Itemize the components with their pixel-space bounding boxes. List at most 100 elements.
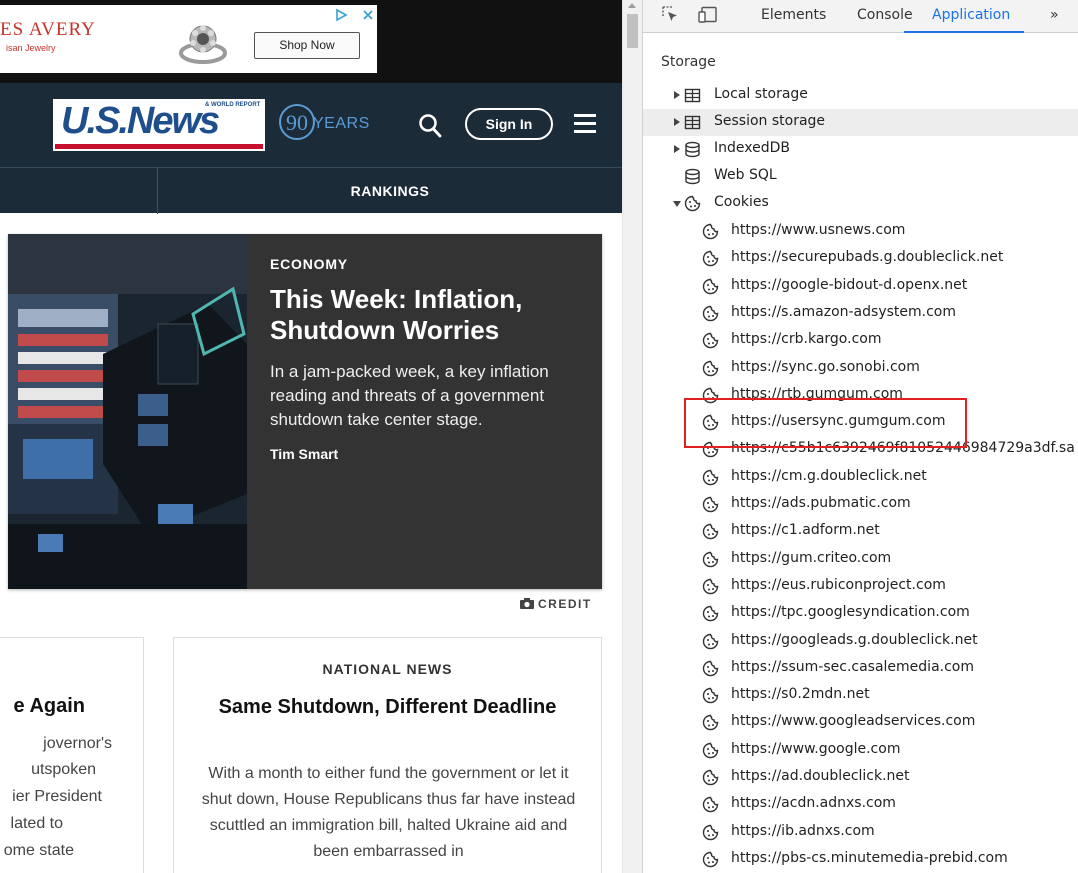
cookie-icon — [702, 251, 719, 267]
tab-elements[interactable]: Elements — [761, 0, 826, 33]
cookie-origin-label: https://gum.criteo.com — [731, 549, 892, 566]
cookie-icon — [702, 524, 719, 540]
cookie-origin-item[interactable]: https://rtb.gumgum.com — [643, 382, 1078, 409]
cookie-origin-item[interactable]: https://pbs-cs.minutemedia-prebid.com — [643, 846, 1078, 873]
cookie-origin-label: https://s0.2mdn.net — [731, 686, 870, 703]
cookie-origin-label: https://ad.doubleclick.net — [731, 768, 910, 784]
camera-icon — [520, 598, 534, 609]
cookie-icon — [702, 305, 719, 322]
scroll-thumb[interactable] — [627, 14, 638, 48]
cookie-icon — [702, 660, 719, 676]
cookie-origin-item[interactable]: https://sync.go.sonobi.com — [643, 355, 1078, 382]
tree-item-indexeddb[interactable]: IndexedDB — [643, 136, 1078, 163]
cookie-origin-label: https://googleads.g.doubleclick.net — [731, 631, 978, 648]
cookie-icon — [702, 360, 719, 376]
hero-article[interactable]: ECONOMY This Week: Inflation, Shutdown W… — [8, 234, 602, 589]
inspect-element-icon[interactable] — [662, 6, 679, 23]
cookie-origin-item[interactable]: https://eus.rubiconproject.com — [643, 573, 1078, 600]
cookie-origin-item[interactable]: https://c1.adform.net — [643, 518, 1078, 545]
cookie-origin-label: https://c55b1c6392469f81052446984729a3df… — [731, 440, 1075, 457]
cookie-origin-item[interactable]: https://ssum-sec.casalemedia.com — [643, 655, 1078, 682]
cookie-origin-item[interactable]: https://ib.adnxs.com — [643, 819, 1078, 846]
tree-item-label: Session storage — [714, 113, 826, 129]
cookie-origin-item[interactable]: https://securepubads.g.doubleclick.net — [643, 245, 1078, 272]
cookie-icon — [702, 442, 719, 458]
webpage-viewport: ES AVERY isan Jewelry Shop Now U.S.News … — [0, 0, 622, 873]
cookie-icon — [702, 742, 719, 758]
search-icon[interactable] — [418, 113, 442, 139]
cookie-origin-item[interactable]: https://www.google.com — [643, 737, 1078, 764]
ad-brand: ES AVERY — [0, 19, 96, 40]
card-summary: With a month to either fund the governme… — [201, 765, 576, 860]
hero-title[interactable]: This Week: Inflation, Shutdown Worries — [270, 284, 590, 346]
expand-arrow-icon[interactable] — [674, 118, 680, 126]
tree-item-cookies[interactable]: Cookies — [643, 190, 1078, 217]
anniversary-ninety-icon: 90 — [279, 104, 315, 140]
ad-choices-icon[interactable] — [334, 8, 348, 22]
cookie-origin-item[interactable]: https://crb.kargo.com — [643, 327, 1078, 354]
more-tabs-button[interactable]: » — [1050, 0, 1059, 33]
database-icon — [685, 141, 700, 158]
cookie-icon — [702, 824, 719, 840]
cookie-origin-label: https://google-bidout-d.openx.net — [731, 276, 968, 293]
cookie-origin-item[interactable]: https://ads.pubmatic.com — [643, 491, 1078, 518]
hero-author[interactable]: Tim Smart — [270, 446, 590, 462]
tree-item-web-sql[interactable]: Web SQL — [643, 163, 1078, 190]
card-title[interactable]: e Again — [14, 695, 86, 718]
tree-item-local-storage[interactable]: Local storage — [643, 82, 1078, 109]
cookie-icon — [702, 769, 719, 786]
logo-subtitle: & WORLD REPORT — [205, 102, 261, 108]
hero-photo[interactable] — [8, 234, 247, 589]
card-summary-line: lated to — [10, 815, 63, 832]
cookie-origin-item[interactable]: https://c55b1c6392469f81052446984729a3df… — [643, 436, 1078, 463]
cookie-origin-label: https://usersync.gumgum.com — [731, 413, 946, 430]
table-icon — [684, 88, 701, 103]
device-toolbar-icon[interactable] — [698, 6, 718, 23]
ad-banner[interactable]: ES AVERY isan Jewelry Shop Now — [0, 5, 377, 73]
cookie-origin-item[interactable]: https://tpc.googlesyndication.com — [643, 600, 1078, 627]
usnews-logo[interactable]: U.S.News & WORLD REPORT — [53, 99, 265, 151]
hero-category[interactable]: ECONOMY — [270, 256, 590, 272]
cookie-icon — [702, 223, 719, 240]
cookie-icon — [702, 332, 719, 349]
close-icon[interactable] — [361, 8, 375, 22]
cookie-origin-label: https://pbs-cs.minutemedia-prebid.com — [731, 849, 1008, 866]
hamburger-menu-icon[interactable] — [574, 114, 596, 134]
cookie-origin-item[interactable]: https://www.googleadservices.com — [643, 709, 1078, 736]
photo-credit-button[interactable]: CREDIT — [520, 597, 592, 611]
cookie-origin-item[interactable]: https://s.amazon-adsystem.com — [643, 300, 1078, 327]
cookie-origin-label: https://securepubads.g.doubleclick.net — [731, 249, 1004, 266]
cookie-origin-item[interactable]: https://google-bidout-d.openx.net — [643, 273, 1078, 300]
table-icon — [684, 115, 701, 130]
collapse-arrow-icon[interactable] — [673, 201, 681, 207]
tree-item-session-storage[interactable]: Session storage — [643, 109, 1078, 136]
scroll-up-arrow-icon[interactable] — [628, 3, 636, 8]
cookie-origin-item[interactable]: https://usersync.gumgum.com — [643, 409, 1078, 436]
cookie-origin-item[interactable]: https://cm.g.doubleclick.net — [643, 464, 1078, 491]
shop-now-button[interactable]: Shop Now — [254, 32, 360, 59]
tree-item-label: IndexedDB — [714, 140, 790, 156]
page-scrollbar[interactable] — [622, 0, 642, 873]
card-summary-line: jovernor's — [43, 735, 112, 752]
expand-arrow-icon[interactable] — [674, 145, 680, 153]
article-card-partial[interactable]: e Again jovernor's utspoken ier Presiden… — [0, 637, 144, 873]
cookie-icon — [702, 797, 719, 813]
cookie-origin-item[interactable]: https://www.usnews.com — [643, 218, 1078, 245]
cookie-origin-item[interactable]: https://gum.criteo.com — [643, 546, 1078, 573]
expand-arrow-icon[interactable] — [674, 91, 680, 99]
article-card[interactable]: NATIONAL NEWS Same Shutdown, Different D… — [173, 637, 602, 873]
card-category[interactable]: NATIONAL NEWS — [174, 661, 601, 677]
nav-rankings[interactable]: RANKINGS — [158, 168, 622, 214]
cookie-icon — [702, 414, 719, 431]
card-title[interactable]: Same Shutdown, Different Deadline — [204, 693, 571, 721]
tab-application[interactable]: Application — [904, 0, 1025, 33]
cookie-origin-item[interactable]: https://s0.2mdn.net — [643, 682, 1078, 709]
anniversary-label: YEARS — [313, 115, 370, 132]
cookie-icon — [702, 605, 719, 622]
cookie-origin-item[interactable]: https://ad.doubleclick.net — [643, 764, 1078, 791]
cookie-origin-label: https://ads.pubmatic.com — [731, 495, 911, 511]
cookie-origin-item[interactable]: https://acdn.adnxs.com — [643, 791, 1078, 818]
cookie-origin-item[interactable]: https://googleads.g.doubleclick.net — [643, 628, 1078, 655]
sign-in-button[interactable]: Sign In — [465, 108, 553, 140]
cookie-icon — [702, 715, 719, 731]
